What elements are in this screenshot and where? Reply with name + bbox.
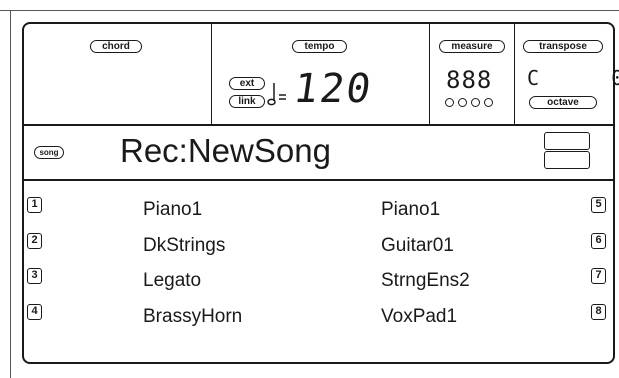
track-number-2[interactable]: 2 [27,233,42,249]
beat-indicator-3 [471,98,480,107]
transpose-label: transpose [523,40,603,53]
track-number-3[interactable]: 3 [27,268,42,284]
lower-panel-button[interactable] [544,151,590,169]
track-name-3[interactable]: Legato [143,270,201,292]
track-name-4[interactable]: BrassyHorn [143,306,242,328]
upper-panel-button[interactable] [544,132,590,150]
beat-indicator-2 [458,98,467,107]
track-name-7[interactable]: StrngEns2 [381,270,470,292]
header-panel: chord tempo ext link 120 measure 888 tra… [24,24,619,126]
song-badge: song [34,146,64,159]
ext-label: ext [229,77,265,90]
track-name-2[interactable]: DkStrings [143,235,225,257]
beat-indicator-4 [484,98,493,107]
track-name-8[interactable]: VoxPad1 [381,306,457,328]
transpose-cell: transpose C 0 octave [515,24,619,124]
track-number-5[interactable]: 5 [591,197,606,213]
track-number-4[interactable]: 4 [27,304,42,320]
track-number-1[interactable]: 1 [27,197,42,213]
track-name-5[interactable]: Piano1 [381,199,440,221]
link-label: link [229,95,265,108]
track-name-6[interactable]: Guitar01 [381,235,454,257]
display-screen: chord tempo ext link 120 measure 888 tra… [22,22,619,364]
track-number-6[interactable]: 6 [591,233,606,249]
top-rule [0,10,619,11]
left-rule [10,10,11,378]
octave-label: octave [529,96,597,109]
track-number-7[interactable]: 7 [591,268,606,284]
song-title: Rec:NewSong [120,132,331,169]
note-icon [267,80,289,108]
beat-indicator-1 [445,98,454,107]
track-name-1[interactable]: Piano1 [143,199,202,221]
measure-cell: measure 888 [430,24,515,124]
chord-label: chord [90,40,142,53]
tempo-value: 120 [290,66,376,112]
chord-cell: chord [24,24,212,124]
tempo-cell: tempo ext link 120 [212,24,430,124]
tempo-label: tempo [292,40,347,53]
song-bar: song Rec:NewSong [24,124,613,181]
measure-value: 888 [446,66,493,94]
measure-label: measure [439,40,505,53]
transpose-value: C 0 [527,66,619,90]
track-number-8[interactable]: 8 [591,304,606,320]
